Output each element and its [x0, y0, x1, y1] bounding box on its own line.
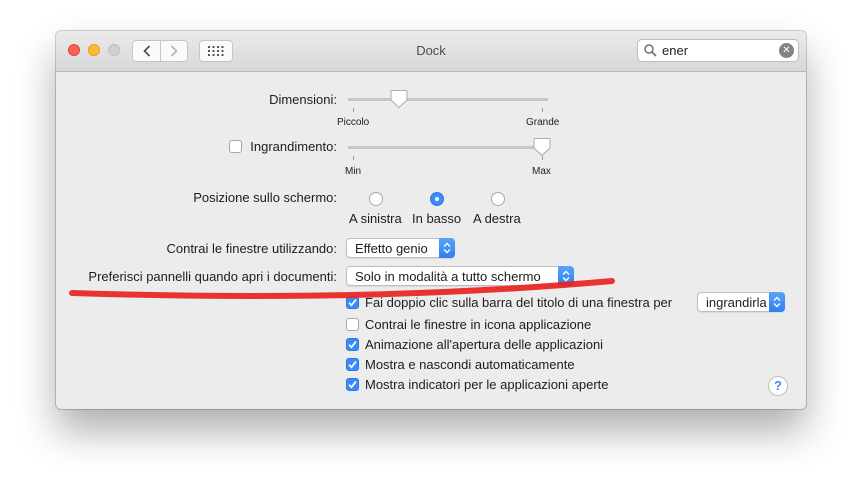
prefer-tabs-popup[interactable]: Solo in modalità a tutto schermo	[346, 266, 574, 286]
size-max-label: Grande	[526, 117, 560, 128]
title-bar: Dock ener ✕	[56, 31, 806, 72]
size-min-label: Piccolo	[337, 117, 370, 128]
clear-search-icon[interactable]: ✕	[779, 43, 794, 58]
double-click-label: Fai doppio clic sulla barra del titolo d…	[365, 295, 673, 310]
search-field[interactable]: ener ✕	[637, 39, 799, 62]
dock-preferences-window: Dock ener ✕ Dimensioni: Piccolo Grande I…	[56, 31, 806, 409]
autohide-label: Mostra e nascondi automaticamente	[365, 357, 575, 372]
position-left-radio[interactable]	[369, 192, 383, 206]
magnification-slider-thumb[interactable]	[533, 137, 551, 157]
checkmark-icon	[348, 360, 357, 369]
show-indicators-label: Mostra indicatori per le applicazioni ap…	[365, 377, 609, 392]
minimize-effect-popup[interactable]: Effetto genio	[346, 238, 455, 258]
magnification-tick-min	[353, 156, 354, 160]
position-right-label: A destra	[473, 211, 521, 226]
checkmark-icon	[348, 340, 357, 349]
double-click-action-popup[interactable]: ingrandirla	[697, 292, 785, 312]
help-button[interactable]: ?	[768, 376, 788, 396]
prefer-tabs-value: Solo in modalità a tutto schermo	[355, 269, 541, 284]
double-click-action-value: ingrandirla	[706, 295, 767, 310]
position-bottom-label: In basso	[412, 211, 462, 226]
minimize-effect-value: Effetto genio	[355, 241, 428, 256]
magnification-max-label: Max	[532, 166, 551, 177]
size-slider-thumb[interactable]	[390, 89, 408, 109]
size-tick-min	[353, 108, 354, 112]
minimize-into-app-checkbox[interactable]	[346, 318, 359, 331]
position-bottom-radio[interactable]	[430, 192, 444, 206]
checkmark-icon	[348, 298, 357, 307]
prefer-tabs-label: Preferisci pannelli quando apri i docume…	[88, 269, 337, 284]
magnification-label: Ingrandimento:	[250, 139, 337, 154]
size-tick-max	[542, 108, 543, 112]
size-label: Dimensioni:	[269, 92, 337, 107]
autohide-checkbox[interactable]	[346, 358, 359, 371]
checkmark-icon	[348, 380, 357, 389]
search-input[interactable]: ener	[662, 43, 688, 58]
show-indicators-checkbox[interactable]	[346, 378, 359, 391]
magnification-min-label: Min	[345, 166, 362, 177]
popup-arrows-icon	[439, 238, 455, 258]
double-click-checkbox[interactable]	[346, 296, 359, 309]
size-slider-track[interactable]	[348, 98, 548, 101]
magnification-slider-track[interactable]	[348, 146, 548, 149]
popup-arrows-icon	[558, 266, 574, 286]
position-right-radio[interactable]	[491, 192, 505, 206]
position-label: Posizione sullo schermo:	[193, 190, 337, 205]
popup-arrows-icon	[769, 292, 785, 312]
position-left-label: A sinistra	[349, 211, 402, 226]
magnification-checkbox[interactable]	[229, 140, 242, 153]
minimize-effect-label: Contrai le finestre utilizzando:	[166, 241, 337, 256]
search-icon	[644, 44, 657, 57]
animate-opening-checkbox[interactable]	[346, 338, 359, 351]
animate-opening-label: Animazione all'apertura delle applicazio…	[365, 337, 604, 352]
minimize-into-app-label: Contrai le finestre in icona applicazion…	[365, 317, 592, 332]
